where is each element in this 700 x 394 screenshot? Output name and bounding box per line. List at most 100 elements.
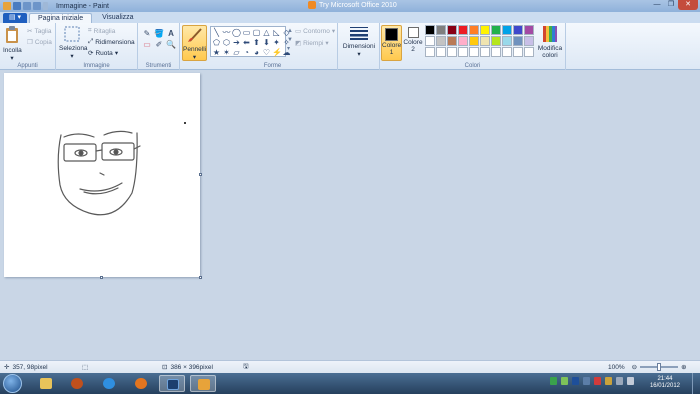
outline-button[interactable]: ▭ Contorno ▾ (295, 27, 335, 36)
system-clock[interactable]: 21:44 16/01/2012 (650, 376, 680, 390)
tray-icon-network[interactable] (550, 377, 557, 385)
bluetooth-icon[interactable] (572, 377, 579, 385)
cut-button[interactable]: ✂ Taglia (27, 27, 51, 36)
palette-swatch[interactable] (524, 25, 534, 35)
palette-swatch[interactable] (458, 47, 468, 57)
palette-swatch[interactable] (436, 47, 446, 57)
text-tool-icon[interactable]: A (166, 29, 176, 39)
shape-option[interactable]: ╲ (212, 28, 221, 37)
shapes-scroll[interactable]: ▲ ▼ ▾ (287, 27, 293, 54)
palette-swatch[interactable] (480, 25, 490, 35)
palette-swatch[interactable] (458, 25, 468, 35)
zoom-out-button[interactable]: ⊖ (632, 363, 637, 371)
resize-handle-right[interactable] (199, 173, 202, 176)
palette-swatch[interactable] (425, 36, 435, 46)
magnifier-icon[interactable]: 🔍 (166, 40, 176, 50)
zoom-slider-thumb[interactable] (657, 363, 662, 371)
fill-button[interactable]: ◩ Riempi ▾ (295, 39, 329, 48)
shape-option[interactable]: ⬇ (262, 38, 271, 47)
palette-swatch[interactable] (491, 47, 501, 57)
palette-swatch[interactable] (524, 47, 534, 57)
shape-option[interactable]: ▭ (242, 28, 251, 37)
palette-swatch[interactable] (502, 25, 512, 35)
shape-option[interactable]: 〰 (222, 28, 231, 37)
palette-swatch[interactable] (447, 36, 457, 46)
taskbar-internet-explorer[interactable] (96, 375, 122, 392)
show-desktop-button[interactable] (692, 373, 700, 394)
tray-icon-flag[interactable] (605, 377, 612, 385)
rotate-button[interactable]: ⟳ Ruota ▾ (88, 49, 118, 58)
select-button[interactable]: Seleziona ▾ (59, 26, 88, 60)
eraser-icon[interactable]: ▭ (142, 40, 152, 50)
shape-option[interactable]: ◯ (232, 28, 241, 37)
paste-button[interactable]: Incolla ▾ (3, 26, 22, 62)
taskbar-photoshop[interactable] (159, 375, 185, 392)
maximize-button[interactable]: ❐ (664, 0, 678, 10)
edit-colors-button[interactable]: Modifica colori (536, 26, 564, 59)
palette-swatch[interactable] (513, 25, 523, 35)
resize-handle-corner[interactable] (199, 276, 202, 279)
shape-option[interactable]: ⬆ (252, 38, 261, 47)
shape-option[interactable]: ◺ (272, 28, 281, 37)
zoom-slider[interactable] (640, 363, 679, 371)
palette-swatch[interactable] (513, 36, 523, 46)
palette-swatch[interactable] (447, 47, 457, 57)
palette-swatch[interactable] (436, 36, 446, 46)
shape-option[interactable]: ✶ (222, 48, 231, 57)
shape-option[interactable]: △ (262, 28, 271, 37)
palette-swatch[interactable] (469, 25, 479, 35)
undo-icon[interactable] (23, 2, 31, 10)
palette-swatch[interactable] (513, 47, 523, 57)
taskbar-explorer[interactable] (33, 375, 59, 392)
palette-swatch[interactable] (436, 25, 446, 35)
palette-swatch[interactable] (469, 36, 479, 46)
palette-swatch[interactable] (480, 36, 490, 46)
palette-swatch[interactable] (425, 25, 435, 35)
tray-icon-signal[interactable] (616, 377, 623, 385)
resize-handle-bottom[interactable] (100, 276, 103, 279)
office-promo[interactable]: Try Microsoft Office 2010 (308, 1, 397, 9)
palette-swatch[interactable] (425, 47, 435, 57)
minimize-button[interactable]: — (650, 0, 664, 10)
drawing-canvas[interactable] (4, 73, 202, 279)
tray-icon-red[interactable] (594, 377, 601, 385)
shape-option[interactable]: ⬡ (222, 38, 231, 47)
color2-button[interactable]: Colore 2 (403, 27, 423, 53)
redo-icon[interactable] (33, 2, 41, 10)
palette-swatch[interactable] (502, 47, 512, 57)
taskbar-firefox[interactable] (128, 375, 154, 392)
palette-swatch[interactable] (491, 25, 501, 35)
tray-icon-app[interactable] (583, 377, 590, 385)
palette-swatch[interactable] (480, 47, 490, 57)
shape-option[interactable]: ⬅ (242, 38, 251, 47)
tab-visualizza[interactable]: Visualizza (94, 13, 141, 23)
color-picker-icon[interactable]: ✐ (154, 40, 164, 50)
close-button[interactable]: ✕ (678, 0, 698, 10)
start-button[interactable] (3, 374, 22, 393)
taskbar-app-2[interactable] (64, 375, 90, 392)
shape-option[interactable]: ♡ (262, 48, 271, 57)
shape-option[interactable]: ▱ (232, 48, 241, 57)
palette-swatch[interactable] (491, 36, 501, 46)
shape-option[interactable]: ★ (212, 48, 221, 57)
canvas-workspace[interactable] (0, 70, 700, 360)
shape-option[interactable]: ⬠ (212, 38, 221, 47)
fill-bucket-icon[interactable]: 🪣 (154, 29, 164, 39)
color1-button[interactable]: Colore 1 (381, 25, 402, 61)
shape-option[interactable]: ➔ (232, 38, 241, 47)
crop-button[interactable]: ⌗ Ritaglia (88, 27, 115, 35)
palette-swatch[interactable] (469, 47, 479, 57)
paint-menu-button[interactable]: ▤ ▾ (3, 13, 27, 23)
shape-option[interactable]: ◕ (252, 48, 261, 57)
save-icon[interactable] (13, 2, 21, 10)
tab-pagina-iniziale[interactable]: Pagina iniziale (29, 13, 93, 23)
resize-button[interactable]: ⤢ Ridimensiona (88, 38, 135, 46)
palette-swatch[interactable] (502, 36, 512, 46)
customize-qat-icon[interactable] (43, 2, 48, 10)
copy-button[interactable]: ❐ Copia (27, 38, 52, 47)
palette-swatch[interactable] (447, 25, 457, 35)
zoom-in-button[interactable]: ⊕ (681, 363, 686, 371)
palette-swatch[interactable] (458, 36, 468, 46)
shape-option[interactable]: ◔ (242, 48, 251, 57)
paint-app-icon[interactable] (3, 2, 11, 10)
